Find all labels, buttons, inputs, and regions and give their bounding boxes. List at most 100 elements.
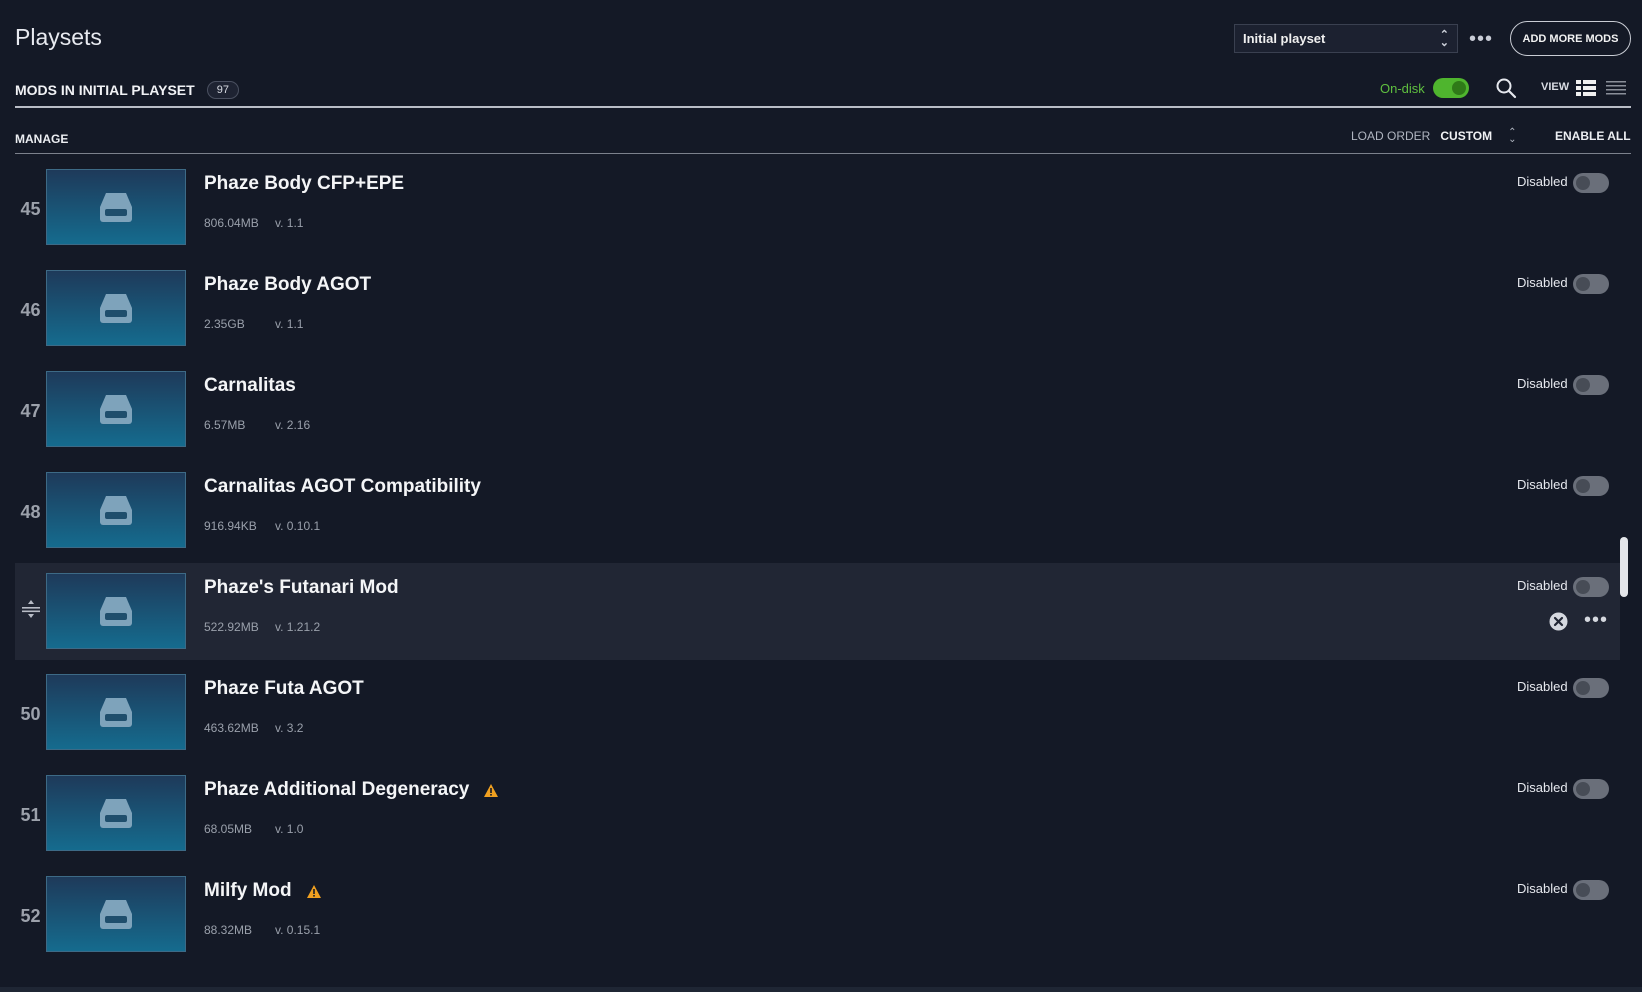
ondisk-filter[interactable]: On-disk — [1380, 78, 1469, 98]
page-title: Playsets — [15, 24, 102, 50]
load-order-number: 48 — [20, 502, 41, 522]
load-order-label: LOAD ORDER — [1351, 129, 1431, 143]
mod-enable-toggle[interactable] — [1573, 375, 1609, 395]
scrollbar-thumb[interactable] — [1620, 537, 1628, 597]
mod-enable-toggle[interactable] — [1573, 880, 1609, 900]
mod-name-text: Phaze's Futanari Mod — [204, 577, 399, 598]
mods-count-badge: 97 — [206, 81, 239, 99]
load-order-number: 52 — [20, 906, 41, 926]
mod-status: Disabled — [1517, 578, 1568, 593]
drive-icon — [100, 193, 132, 222]
mod-name: Carnalitas AGOT Compatibility — [204, 476, 481, 498]
load-order-number: 46 — [20, 300, 41, 320]
warning-icon[interactable] — [483, 783, 499, 798]
mods-header: MODS IN INITIAL PLAYSET 97 — [15, 81, 239, 99]
playset-select-value: Initial playset — [1243, 31, 1326, 46]
add-more-mods-button[interactable]: ADD MORE MODS — [1510, 21, 1631, 56]
ondisk-label: On-disk — [1380, 80, 1425, 96]
mod-thumbnail — [46, 472, 186, 548]
load-order-number: 47 — [20, 401, 41, 421]
mod-row[interactable]: 46 Phaze Body AGOT 2.35GB v. 1.1 Disable… — [15, 260, 1620, 357]
mod-enable-toggle[interactable] — [1573, 577, 1609, 597]
bottom-bar — [0, 987, 1642, 992]
mod-name-text: Phaze Body CFP+EPE — [204, 173, 405, 194]
mod-size: 88.32MB — [204, 923, 253, 937]
mod-name-text: Phaze Body AGOT — [204, 274, 372, 295]
drive-icon — [100, 294, 132, 323]
mod-row[interactable]: 45 Phaze Body CFP+EPE 806.04MB v. 1.1 Di… — [15, 159, 1620, 256]
mod-name-text: Carnalitas — [204, 375, 296, 396]
ondisk-toggle[interactable] — [1432, 78, 1469, 98]
mod-version: v. 1.1 — [275, 216, 304, 230]
more-options-icon[interactable]: ••• — [1469, 28, 1493, 51]
mod-status: Disabled — [1517, 477, 1568, 492]
mod-thumbnail — [46, 775, 186, 851]
mod-enable-toggle[interactable] — [1573, 476, 1609, 496]
mod-more-options-icon[interactable]: ••• — [1584, 609, 1608, 632]
drive-icon — [100, 698, 132, 727]
load-order-select[interactable]: LOAD ORDER CUSTOM ⌃ ⌄ — [1351, 127, 1517, 145]
mod-row[interactable]: 48 Carnalitas AGOT Compatibility 916.94K… — [15, 462, 1620, 559]
mod-version: v. 0.15.1 — [275, 923, 321, 937]
mod-status: Disabled — [1517, 275, 1568, 290]
warning-icon[interactable] — [306, 884, 322, 899]
mod-row[interactable]: 51 Phaze Additional Degeneracy 68.05MB v… — [15, 765, 1620, 862]
toolbar-divider — [15, 153, 1631, 154]
playset-select[interactable]: Initial playset ⌃ ⌄ — [1234, 24, 1458, 53]
load-order-number: 50 — [20, 704, 41, 724]
mod-enable-toggle[interactable] — [1573, 173, 1609, 193]
mod-row[interactable]: 50 Phaze Futa AGOT 463.62MB v. 3.2 Disab… — [15, 664, 1620, 761]
mod-size: 806.04MB — [204, 216, 259, 230]
mod-status: Disabled — [1517, 780, 1568, 795]
drive-icon — [100, 597, 132, 626]
mod-name-text: Phaze Futa AGOT — [204, 678, 364, 699]
mod-size: 522.92MB — [204, 620, 259, 634]
drive-icon — [100, 395, 132, 424]
remove-icon[interactable] — [1549, 612, 1568, 631]
mod-row[interactable]: Phaze's Futanari Mod 522.92MB v. 1.21.2 … — [15, 563, 1620, 660]
mod-name: Phaze Additional Degeneracy — [204, 779, 499, 801]
mod-size: 2.35GB — [204, 317, 245, 331]
mod-thumbnail — [46, 573, 186, 649]
mod-version: v. 0.10.1 — [275, 519, 321, 533]
mod-name: Phaze Body AGOT — [204, 274, 371, 296]
mod-thumbnail — [46, 270, 186, 346]
mod-thumbnail — [46, 169, 186, 245]
mod-version: v. 3.2 — [275, 721, 304, 735]
mod-name-text: Milfy Mod — [204, 880, 292, 901]
manage-button[interactable]: MANAGE — [15, 132, 68, 146]
view-compact-icon[interactable] — [1606, 80, 1626, 96]
mod-name-text: Phaze Additional Degeneracy — [204, 779, 470, 800]
search-icon[interactable] — [1495, 77, 1517, 99]
mod-enable-toggle[interactable] — [1573, 274, 1609, 294]
mod-status: Disabled — [1517, 679, 1568, 694]
drag-handle-icon[interactable] — [20, 597, 42, 621]
mod-size: 916.94KB — [204, 519, 257, 533]
mod-status: Disabled — [1517, 174, 1568, 189]
mod-name-text: Carnalitas AGOT Compatibility — [204, 476, 481, 497]
load-order-number: 51 — [20, 805, 41, 825]
mod-row[interactable]: 52 Milfy Mod 88.32MB v. 0.15.1 Disabled — [15, 866, 1620, 963]
enable-all-button[interactable]: ENABLE ALL — [1555, 129, 1631, 143]
view-detailed-icon[interactable] — [1576, 80, 1596, 96]
mod-name: Milfy Mod — [204, 880, 322, 902]
mod-version: v. 1.1 — [275, 317, 304, 331]
mod-thumbnail — [46, 371, 186, 447]
load-order-number: 45 — [20, 199, 41, 219]
mod-version: v. 1.21.2 — [275, 620, 321, 634]
mod-status: Disabled — [1517, 881, 1568, 896]
mod-enable-toggle[interactable] — [1573, 678, 1609, 698]
chevron-updown-icon: ⌃ ⌄ — [1508, 127, 1517, 145]
mod-thumbnail — [46, 876, 186, 952]
mod-list: 45 Phaze Body CFP+EPE 806.04MB v. 1.1 Di… — [15, 159, 1620, 974]
drive-icon — [100, 799, 132, 828]
mod-enable-toggle[interactable] — [1573, 779, 1609, 799]
mod-status: Disabled — [1517, 376, 1568, 391]
view-label: VIEW — [1541, 81, 1570, 93]
mod-name: Phaze's Futanari Mod — [204, 577, 399, 599]
mod-size: 463.62MB — [204, 721, 259, 735]
mod-version: v. 2.16 — [275, 418, 311, 432]
mod-row[interactable]: 47 Carnalitas 6.57MB v. 2.16 Disabled — [15, 361, 1620, 458]
mod-name: Phaze Body CFP+EPE — [204, 173, 404, 195]
mod-name: Phaze Futa AGOT — [204, 678, 364, 700]
